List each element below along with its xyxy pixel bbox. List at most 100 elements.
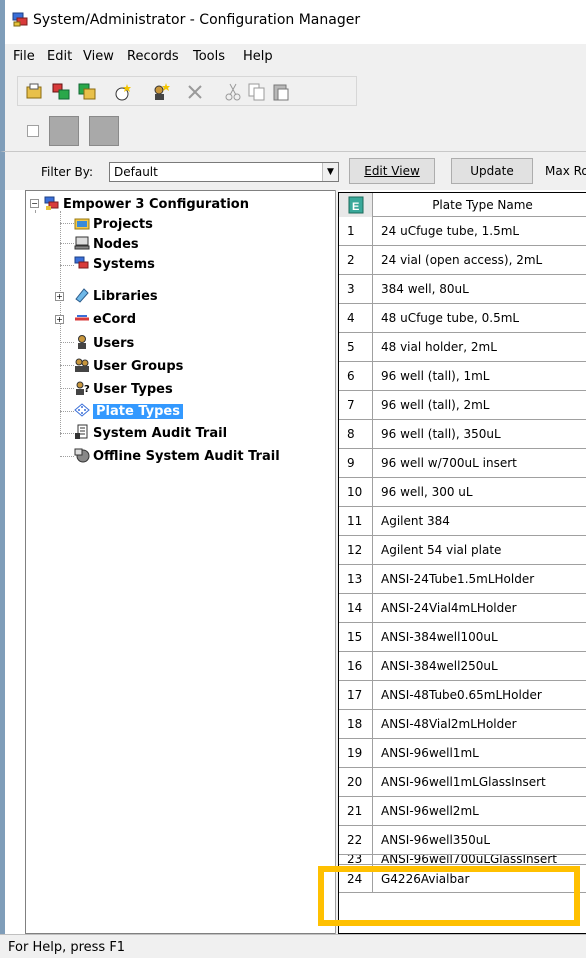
copy-record-icon[interactable] <box>76 81 98 103</box>
delete-icon[interactable] <box>184 81 206 103</box>
table-row[interactable]: 12 Agilent 54 vial plate <box>339 536 586 565</box>
table-row[interactable]: 10 96 well, 300 uL <box>339 478 586 507</box>
tree-item-offline-system-audit-trail[interactable]: Offline System Audit Trail <box>74 447 280 464</box>
plate-type-name-cell[interactable]: ANSI-96well350uL <box>373 826 586 854</box>
menu-tools[interactable]: Tools <box>193 49 225 64</box>
ecord-icon <box>74 310 90 326</box>
plate-types-grid: E Plate Type Name 1 24 uCfuge tube, 1.5mL… <box>338 192 586 934</box>
tree-item-plate-types[interactable]: Plate Types <box>74 402 183 419</box>
plate-type-name-cell[interactable]: ANSI-24Tube1.5mLHolder <box>373 565 586 593</box>
row-number: 12 <box>339 536 373 564</box>
tree-item-user-types[interactable]: ? User Types <box>74 380 173 397</box>
table-row[interactable]: 5 48 vial holder, 2mL <box>339 333 586 362</box>
plate-type-name-cell[interactable]: 96 well (tall), 350uL <box>373 420 586 448</box>
cut-icon[interactable] <box>222 81 244 103</box>
plate-type-name-cell[interactable]: 96 well (tall), 2mL <box>373 391 586 419</box>
chevron-down-icon[interactable]: ▼ <box>322 163 338 181</box>
new-icon[interactable] <box>112 81 134 103</box>
table-row[interactable]: 1 24 uCfuge tube, 1.5mL <box>339 217 586 246</box>
row-number: 13 <box>339 565 373 593</box>
table-row[interactable]: 16 ANSI-384well250uL <box>339 652 586 681</box>
tree-item-user-groups[interactable]: User Groups <box>74 357 183 374</box>
plate-type-name-cell[interactable]: 24 uCfuge tube, 1.5mL <box>373 217 586 245</box>
plate-type-name-cell[interactable]: 48 uCfuge tube, 0.5mL <box>373 304 586 332</box>
tree-item-ecord[interactable]: eCord <box>74 310 136 327</box>
table-row[interactable]: 11 Agilent 384 <box>339 507 586 536</box>
tree-item-label: Projects <box>93 217 153 232</box>
open-icon[interactable] <box>24 81 46 103</box>
edit-view-button[interactable]: Edit View <box>349 158 435 184</box>
table-row[interactable]: 8 96 well (tall), 350uL <box>339 420 586 449</box>
plate-type-name-cell[interactable]: ANSI-48Tube0.65mLHolder <box>373 681 586 709</box>
table-row[interactable]: 18 ANSI-48Vial2mLHolder <box>339 710 586 739</box>
tree-item-nodes[interactable]: Nodes <box>74 235 139 252</box>
tree-item-label: System Audit Trail <box>93 426 228 441</box>
table-row[interactable]: 19 ANSI-96well1mL <box>339 739 586 768</box>
user-groups-icon <box>74 357 90 373</box>
view-checkbox[interactable] <box>27 125 39 137</box>
view-button-2[interactable] <box>89 116 119 146</box>
tree-line <box>60 342 74 343</box>
expand-icon[interactable]: + <box>55 315 64 324</box>
main-toolbar <box>0 70 586 112</box>
view-button-1[interactable] <box>49 116 79 146</box>
table-row[interactable]: 20 ANSI-96well1mLGlassInsert <box>339 768 586 797</box>
tree-item-libraries[interactable]: Libraries <box>74 287 158 304</box>
plate-type-name-cell[interactable]: 48 vial holder, 2mL <box>373 333 586 361</box>
tree-line <box>60 456 74 457</box>
menu-file[interactable]: File <box>13 49 35 64</box>
plate-type-name-cell[interactable]: 384 well, 80uL <box>373 275 586 303</box>
select-all-corner[interactable]: E <box>339 193 373 217</box>
plate-type-name-cell[interactable]: 96 well w/700uL insert <box>373 449 586 477</box>
table-row[interactable]: 22 ANSI-96well350uL <box>339 826 586 855</box>
folder-icon <box>74 215 90 231</box>
plate-type-name-cell[interactable]: ANSI-384well250uL <box>373 652 586 680</box>
properties-icon[interactable] <box>50 81 72 103</box>
table-row[interactable]: 2 24 vial (open access), 2mL <box>339 246 586 275</box>
table-row[interactable]: 15 ANSI-384well100uL <box>339 623 586 652</box>
plate-type-name-cell[interactable]: ANSI-96well1mL <box>373 739 586 767</box>
tree-line <box>60 433 74 434</box>
row-number: 18 <box>339 710 373 738</box>
tree-item-users[interactable]: Users <box>74 334 134 351</box>
tree-root[interactable]: Empower 3 Configuration <box>44 195 249 212</box>
menu-view[interactable]: View <box>83 49 114 64</box>
paste-icon[interactable] <box>270 81 292 103</box>
table-row[interactable]: 6 96 well (tall), 1mL <box>339 362 586 391</box>
table-row[interactable]: 3 384 well, 80uL <box>339 275 586 304</box>
plate-type-name-cell[interactable]: ANSI-48Vial2mLHolder <box>373 710 586 738</box>
tree-line <box>60 365 74 366</box>
table-row[interactable]: 14 ANSI-24Vial4mLHolder <box>339 594 586 623</box>
copy-icon[interactable] <box>246 81 268 103</box>
collapse-icon[interactable]: − <box>30 199 39 208</box>
menu-records[interactable]: Records <box>127 49 179 64</box>
filter-dropdown[interactable]: Default ▼ <box>109 162 339 182</box>
table-row[interactable]: 4 48 uCfuge tube, 0.5mL <box>339 304 586 333</box>
plate-type-name-cell[interactable]: ANSI-384well100uL <box>373 623 586 651</box>
menu-help[interactable]: Help <box>243 49 273 64</box>
plate-type-name-cell[interactable]: 24 vial (open access), 2mL <box>373 246 586 274</box>
update-button[interactable]: Update <box>451 158 533 184</box>
expand-icon[interactable]: + <box>55 292 64 301</box>
row-number: 22 <box>339 826 373 854</box>
new-user-icon[interactable] <box>150 81 172 103</box>
plate-type-name-cell[interactable]: 96 well, 300 uL <box>373 478 586 506</box>
menu-edit[interactable]: Edit <box>47 49 72 64</box>
tree-item-system-audit-trail[interactable]: System Audit Trail <box>74 424 227 441</box>
table-row[interactable]: 21 ANSI-96well2mL <box>339 797 586 826</box>
plate-type-name-cell[interactable]: Agilent 54 vial plate <box>373 536 586 564</box>
tree-item-projects[interactable]: Projects <box>74 215 153 232</box>
row-number: 5 <box>339 333 373 361</box>
tree-item-systems[interactable]: Systems <box>74 255 155 272</box>
plate-type-name-cell[interactable]: ANSI-24Vial4mLHolder <box>373 594 586 622</box>
app-icon <box>11 10 29 28</box>
table-row[interactable]: 9 96 well w/700uL insert <box>339 449 586 478</box>
table-row[interactable]: 13 ANSI-24Tube1.5mLHolder <box>339 565 586 594</box>
plate-type-name-cell[interactable]: ANSI-96well1mLGlassInsert <box>373 768 586 796</box>
plate-type-name-cell[interactable]: Agilent 384 <box>373 507 586 535</box>
column-header-plate-type-name[interactable]: Plate Type Name <box>373 193 586 217</box>
plate-type-name-cell[interactable]: ANSI-96well2mL <box>373 797 586 825</box>
plate-type-name-cell[interactable]: 96 well (tall), 1mL <box>373 362 586 390</box>
table-row[interactable]: 7 96 well (tall), 2mL <box>339 391 586 420</box>
table-row[interactable]: 17 ANSI-48Tube0.65mLHolder <box>339 681 586 710</box>
